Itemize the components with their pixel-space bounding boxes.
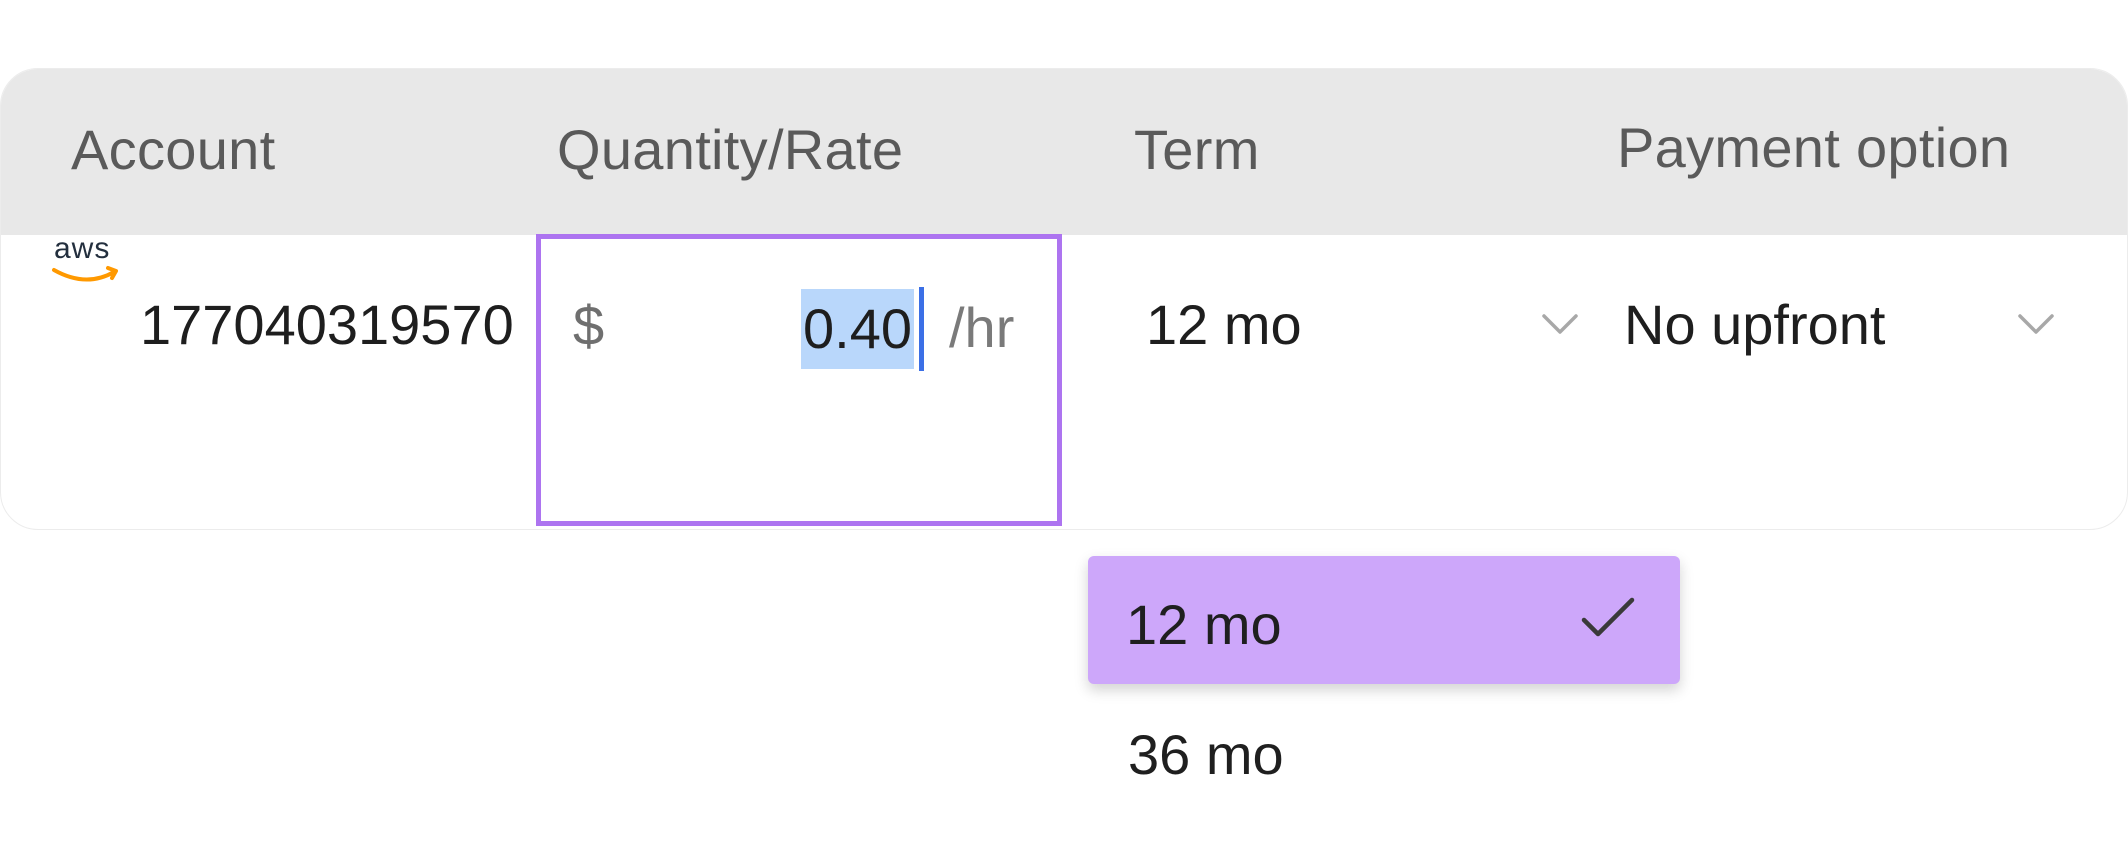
- aws-smile-icon: [52, 266, 118, 282]
- chevron-down-icon[interactable]: [1540, 312, 1580, 336]
- text-caret: [919, 287, 924, 371]
- page: Account Quantity/Rate Term Payment optio…: [0, 0, 2128, 864]
- rate-value-selected[interactable]: 0.40: [801, 289, 914, 369]
- rate-unit: /hr: [949, 296, 1015, 359]
- term-select[interactable]: 12 mo: [1146, 292, 1302, 357]
- currency-symbol: $: [573, 294, 605, 357]
- term-option-12-mo[interactable]: 12 mo: [1088, 556, 1680, 684]
- aws-logo: aws: [50, 232, 126, 290]
- check-icon: [1581, 597, 1635, 637]
- column-header-payment-option: Payment option: [1617, 116, 2011, 179]
- payment-option-select[interactable]: No upfront: [1624, 292, 1886, 357]
- column-header-quantity-rate: Quantity/Rate: [557, 118, 904, 181]
- option-label: 12 mo: [1126, 593, 1282, 656]
- table-header: Account Quantity/Rate Term Payment optio…: [1, 69, 2127, 235]
- term-option-36-mo[interactable]: 36 mo: [1128, 722, 1284, 787]
- chevron-down-icon[interactable]: [2016, 312, 2056, 336]
- rate-input[interactable]: $ 0.40 /hr: [536, 234, 1062, 526]
- account-id: 177040319570: [140, 293, 514, 356]
- column-header-account: Account: [71, 118, 276, 181]
- column-header-term: Term: [1134, 118, 1260, 181]
